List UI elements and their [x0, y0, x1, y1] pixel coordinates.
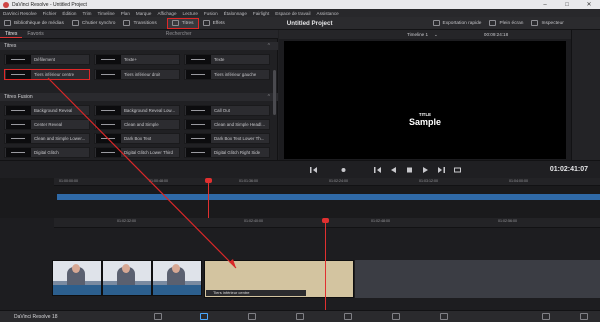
cut-page-icon[interactable] [200, 313, 208, 320]
home-icon[interactable] [542, 313, 550, 320]
edit-page-icon[interactable] [248, 313, 256, 320]
annotation-arrow [47, 77, 237, 269]
gear-icon[interactable] [580, 313, 588, 320]
app-brand: DaVinci Resolve 18 [14, 313, 58, 320]
color-page-icon[interactable] [344, 313, 352, 320]
deliver-page-icon[interactable] [440, 313, 448, 320]
media-page-icon[interactable] [154, 313, 162, 320]
status-bar: DaVinci Resolve 18 [0, 310, 600, 322]
fusion-page-icon[interactable] [296, 313, 304, 320]
fairlight-page-icon[interactable] [392, 313, 400, 320]
